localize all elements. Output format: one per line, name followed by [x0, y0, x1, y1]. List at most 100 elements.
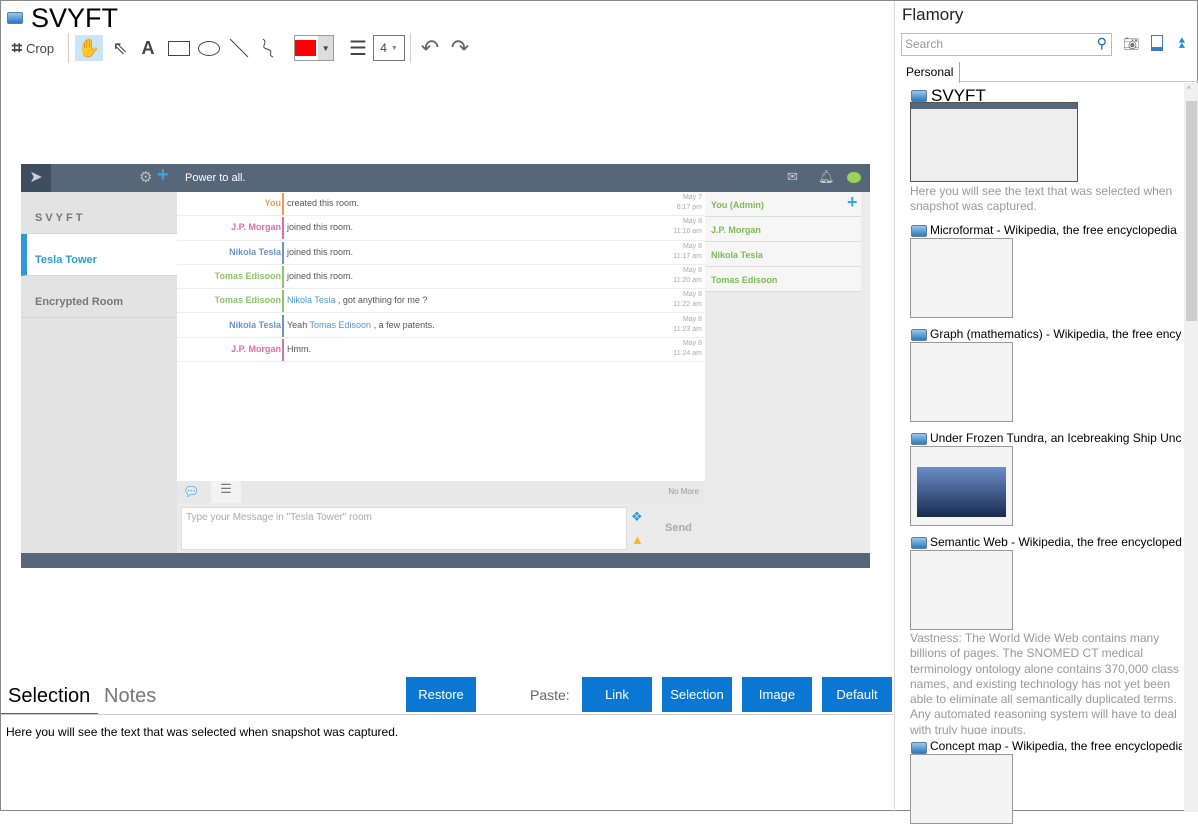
snapshot-title[interactable]: Concept map - Wikipedia, the free encycl…: [930, 739, 1182, 753]
room-item-active: Tesla Tower: [21, 234, 177, 276]
rectangle-tool-button[interactable]: [165, 35, 193, 61]
window-title: SVYFT: [31, 3, 119, 33]
divider: [68, 33, 69, 63]
crop-button[interactable]: ⌗ Crop: [7, 35, 59, 61]
plus-icon: +: [157, 164, 169, 186]
message-text: joined this room.: [287, 222, 354, 233]
member-item: Nikola Tesla: [705, 242, 861, 267]
message-timestamp: May 8 11:24 am: [673, 339, 702, 357]
message-author: Tomas Edisoon: [214, 270, 281, 281]
message-text: joined this room.: [287, 246, 354, 257]
chat-icon: [847, 172, 861, 183]
message-text: Nikola Tesla , got anything for me ?: [287, 295, 428, 306]
dropbox-icon: ❖: [631, 509, 643, 524]
chevron-down-icon: ▼: [318, 36, 333, 60]
room-header: Power to all.: [185, 172, 246, 184]
collapse-top-icon[interactable]: ⏫︎: [1177, 35, 1185, 52]
message-row: You created this room. May 7 6:17 pm: [177, 192, 705, 217]
tab-notes[interactable]: Notes: [104, 685, 156, 708]
snapshot-thumbnail[interactable]: [910, 754, 1013, 824]
gear-icon: ⚙: [139, 169, 153, 186]
paste-selection-button[interactable]: Selection: [662, 677, 732, 712]
selection-text[interactable]: Here you will see the text that was sele…: [6, 725, 398, 739]
snapshot-thumbnail[interactable]: [910, 238, 1013, 318]
author-color-bar: [282, 290, 284, 313]
chat-topbar: ➤ ⚙ + Power to all. ✉ 🔔︎: [21, 164, 870, 192]
freehand-tool-button[interactable]: [257, 35, 281, 61]
mail-icon: ✉: [787, 169, 798, 184]
document-icon[interactable]: [1151, 35, 1163, 51]
message-row: Tomas Edisoon Nikola Tesla , got anything…: [177, 289, 705, 314]
message-text: Hmm.: [287, 343, 311, 354]
mention: Nikola Tesla: [287, 295, 336, 306]
page-icon: [911, 329, 927, 341]
divider: [1, 714, 893, 715]
hand-tool-button[interactable]: ✋: [75, 35, 103, 61]
color-picker[interactable]: ▼: [294, 35, 334, 61]
search-icon[interactable]: ⚲: [1097, 35, 1107, 52]
scrollbar-thumb[interactable]: [1186, 101, 1197, 321]
paste-link-button[interactable]: Link: [582, 677, 652, 712]
author-color-bar: [282, 241, 284, 264]
snapshot-image: ➤ ⚙ + Power to all. ✉ 🔔︎ SVYFT Tesla Tow…: [21, 164, 870, 568]
google-drive-icon: ▲: [631, 532, 644, 547]
message-row: J.P. Morgan joined this room. May 8 11:16 a…: [177, 216, 705, 241]
line-width-select[interactable]: 4 ▼: [373, 35, 405, 61]
paste-default-button[interactable]: Default: [822, 677, 892, 712]
camera-icon[interactable]: 📷︎: [1123, 36, 1140, 52]
search-input[interactable]: Search ⚲: [901, 33, 1112, 56]
member-list: You (Admin) J.P. Morgan Nikola Tesla Tomas …: [705, 192, 861, 292]
snapshot-title[interactable]: Semantic Web - Wikipedia, the free encyc…: [930, 535, 1182, 549]
member-item: J.P. Morgan: [705, 217, 861, 242]
line-tool-button[interactable]: [227, 35, 251, 61]
divider: [410, 33, 411, 63]
text-tool-button[interactable]: A: [137, 35, 159, 61]
pane-divider[interactable]: [894, 1, 895, 812]
snapshot-thumbnail[interactable]: [910, 342, 1013, 422]
author-color-bar: [282, 314, 284, 337]
message-author: J.P. Morgan: [231, 222, 281, 233]
message-row: Nikola Tesla joined this room. May 8 11:17 …: [177, 241, 705, 265]
redo-button[interactable]: ↷: [447, 35, 473, 61]
message-list: You created this room. May 7 6:17 pm J.P. Mo…: [177, 192, 705, 481]
paste-image-button[interactable]: Image: [742, 677, 812, 712]
snapshot-title[interactable]: Microformat - Wikipedia, the free encycl…: [930, 223, 1182, 237]
tab-selection[interactable]: Selection: [8, 685, 90, 708]
select-tool-button[interactable]: ⇖: [107, 35, 133, 61]
scrollbar[interactable]: ^: [1184, 83, 1198, 812]
line-width-value: 4: [380, 41, 387, 55]
message-timestamp: May 7 6:17 pm: [676, 194, 702, 211]
message-row: J.P. Morgan Hmm. May 8 11:24 am: [177, 338, 705, 363]
bottom-bar: [21, 553, 870, 568]
page-icon: [911, 433, 927, 445]
snapshot-thumbnail[interactable]: [910, 102, 1078, 182]
snapshot-thumbnail[interactable]: [910, 550, 1013, 630]
navigate-icon: ➤: [21, 164, 51, 192]
message-text: Yeah Tomas Edisoon , a few patents.: [287, 319, 435, 330]
app-icon: [7, 12, 23, 24]
snapshot-description: Here you will see the text that was sele…: [910, 184, 1173, 214]
message-text: joined this room.: [287, 270, 354, 281]
room-list: SVYFT Tesla Tower Encrypted Room: [21, 192, 177, 568]
author-color-bar: [282, 265, 284, 288]
room-item: Encrypted Room: [21, 276, 177, 318]
snapshot-title[interactable]: Under Frozen Tundra, an Icebreaking Ship…: [930, 431, 1182, 445]
list-icon: ☰: [211, 481, 241, 503]
snapshot-thumbnail[interactable]: [910, 446, 1013, 526]
message-author: You: [264, 198, 281, 208]
message-timestamp: May 8 11:20 am: [673, 266, 702, 284]
member-item: Tomas Edisoon: [705, 267, 861, 292]
snapshot-title[interactable]: Graph (mathematics) - Wikipedia, the fre…: [930, 327, 1182, 341]
message-author: Nikola Tesla: [229, 319, 281, 330]
page-icon: [911, 537, 927, 549]
ellipse-tool-button[interactable]: [196, 35, 222, 61]
author-color-bar: [282, 217, 284, 240]
undo-button[interactable]: ↶: [417, 35, 443, 61]
message-text: created this room.: [287, 198, 360, 208]
message-row: Tomas Edisoon joined this room. May 8 11:20…: [177, 265, 705, 290]
message-timestamp: May 8 11:22 am: [673, 291, 702, 309]
tab-personal[interactable]: Personal: [899, 62, 960, 83]
line-width-icon: ☰: [349, 37, 367, 60]
no-more-label: No More: [668, 487, 699, 496]
restore-button[interactable]: Restore: [406, 677, 476, 712]
